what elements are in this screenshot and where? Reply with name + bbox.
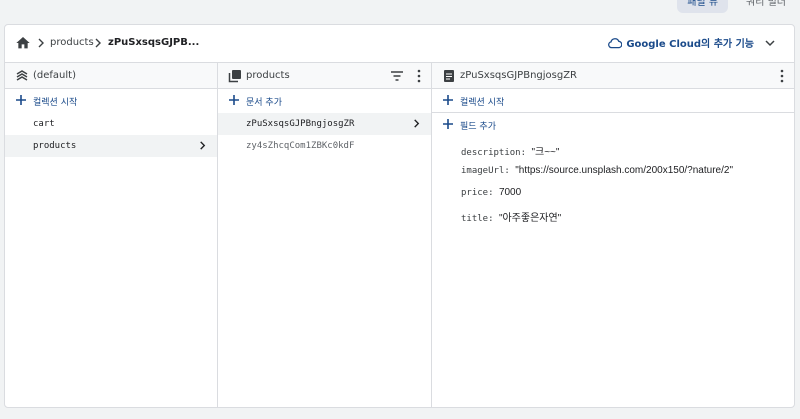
add-field-button[interactable]: 필드 추가 — [432, 113, 794, 137]
cloud-icon — [608, 37, 623, 48]
document-item[interactable]: zy4sZhcqCom1ZBKc0kdF — [218, 135, 431, 157]
view-tabs: 패널 뷰 쿼리 빌더 — [677, 0, 800, 14]
breadcrumb: products zPuSxsqsGJPB... Google Cloud의 추… — [5, 25, 794, 63]
tab-panel-view[interactable]: 패널 뷰 — [677, 0, 729, 13]
field-row-title[interactable]: title: "아주좋은자연" — [432, 203, 794, 225]
breadcrumb-item-products[interactable]: products — [50, 37, 94, 48]
field-row-description[interactable]: description: "크~~" — [432, 137, 794, 159]
plus-icon — [16, 95, 26, 105]
root-column: (default) 컬렉션 시작 cart products — [5, 63, 218, 407]
root-column-header: (default) — [5, 63, 217, 89]
plus-icon — [229, 95, 239, 105]
page-footer-strip — [0, 410, 800, 419]
start-collection-button[interactable]: 컬렉션 시작 — [5, 89, 217, 113]
add-document-label: 문서 추가 — [246, 98, 282, 108]
document-id: zPuSxsqsGJPBngjosgZR — [246, 119, 355, 129]
field-key: imageUrl — [461, 166, 505, 176]
chevron-right-icon — [200, 141, 206, 150]
field-value: 7000 — [498, 187, 522, 198]
chevron-right-icon — [38, 38, 44, 48]
field-key: title — [461, 214, 489, 224]
collection-column-header: products — [218, 63, 431, 89]
collection-item-products[interactable]: products — [5, 135, 217, 157]
database-stack-icon — [16, 70, 28, 81]
filter-icon[interactable] — [390, 70, 404, 82]
start-subcollection-label: 컬렉션 시작 — [460, 98, 505, 108]
chevron-down-icon — [765, 39, 775, 46]
field-row-imageurl[interactable]: imageUrl: "https://source.unsplash.com/2… — [432, 159, 794, 181]
plus-icon — [443, 95, 453, 105]
document-column: zPuSxsqsGJPBngjosgZR 컬렉션 시작 필드 추가 descri… — [432, 63, 794, 407]
field-value: "크~~" — [531, 147, 560, 158]
start-collection-label: 컬렉션 시작 — [33, 98, 78, 108]
more-vert-icon[interactable] — [779, 69, 785, 83]
firestore-data-panel: products zPuSxsqsGJPB... Google Cloud의 추… — [4, 24, 795, 408]
tab-query-builder[interactable]: 쿼리 빌더 — [736, 0, 796, 13]
document-item[interactable]: zPuSxsqsGJPBngjosgZR — [218, 113, 431, 135]
google-cloud-label: Google Cloud의 추가 기능 — [626, 39, 754, 50]
add-field-label: 필드 추가 — [460, 122, 496, 132]
field-key: price — [461, 188, 489, 198]
field-value: "아주좋은자연" — [498, 213, 562, 224]
chevron-right-icon — [95, 38, 101, 48]
field-value: "https://source.unsplash.com/200x150/?na… — [515, 165, 733, 176]
home-icon[interactable] — [15, 35, 31, 51]
breadcrumb-item-document[interactable]: zPuSxsqsGJPB... — [108, 37, 199, 48]
document-icon — [444, 70, 454, 82]
collection-column-title: products — [246, 70, 290, 81]
collection-item-cart[interactable]: cart — [5, 113, 217, 135]
start-subcollection-button[interactable]: 컬렉션 시작 — [432, 89, 794, 113]
google-cloud-menu[interactable]: Google Cloud의 추가 기능 — [608, 35, 776, 50]
plus-icon — [443, 119, 453, 129]
document-id: zy4sZhcqCom1ZBKc0kdF — [246, 141, 355, 151]
root-column-title: (default) — [33, 70, 76, 81]
field-key: description — [461, 148, 521, 158]
document-column-header: zPuSxsqsGJPBngjosgZR — [432, 63, 794, 89]
document-column-title: zPuSxsqsGJPBngjosgZR — [460, 70, 578, 81]
chevron-right-icon — [414, 119, 420, 128]
more-vert-icon[interactable] — [416, 69, 422, 83]
collection-column: products 문서 추가 zPuSxsqsGJPBngjosgZR zy4s… — [218, 63, 432, 407]
field-row-price[interactable]: price: 7000 — [432, 181, 794, 203]
collection-icon — [228, 70, 241, 83]
collection-label: products — [33, 141, 77, 151]
add-document-button[interactable]: 문서 추가 — [218, 89, 431, 113]
collection-label: cart — [33, 119, 55, 129]
